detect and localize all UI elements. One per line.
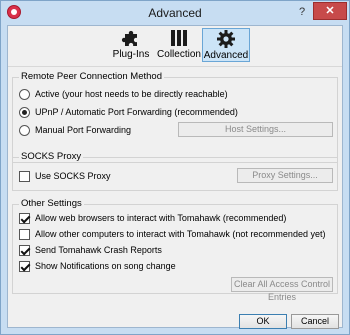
radio-manual-button[interactable]: [19, 124, 30, 136]
allow-web-browsers-row[interactable]: Allow web browsers to interact with Toma…: [19, 211, 286, 225]
puzzle-icon: [121, 30, 137, 46]
radio-upnp[interactable]: UPnP / Automatic Port Forwarding (recomm…: [19, 105, 238, 119]
radio-manual-label: Manual Port Forwarding: [35, 125, 132, 135]
socks-proxy-title: SOCKS Proxy: [19, 151, 84, 162]
library-icon: [171, 30, 187, 46]
proxy-settings-button[interactable]: Proxy Settings...: [237, 168, 333, 183]
tab-plugins-label: Plug-Ins: [112, 49, 150, 60]
radio-active-label: Active (your host needs to be directly r…: [35, 89, 228, 99]
allow-other-computers-row[interactable]: Allow other computers to interact with T…: [19, 227, 325, 241]
cancel-button[interactable]: Cancel: [291, 314, 339, 329]
send-crash-reports-label: Send Tomahawk Crash Reports: [35, 245, 162, 255]
show-notifications-label: Show Notifications on song change: [35, 261, 176, 271]
gear-icon: [217, 30, 235, 48]
remote-connection-title: Remote Peer Connection Method: [19, 71, 164, 82]
use-socks-label: Use SOCKS Proxy: [35, 171, 111, 181]
use-socks-checkbox[interactable]: [19, 170, 30, 182]
allow-other-computers-label: Allow other computers to interact with T…: [35, 229, 326, 239]
socks-proxy-group: SOCKS Proxy Use SOCKS Proxy Proxy Settin…: [12, 151, 338, 191]
help-button[interactable]: ?: [295, 5, 309, 19]
ok-button[interactable]: OK: [239, 314, 287, 329]
send-crash-reports-checkbox[interactable]: [19, 244, 30, 256]
clear-access-control-button[interactable]: Clear All Access Control Entries: [231, 277, 333, 302]
host-settings-button[interactable]: Host Settings...: [178, 122, 333, 137]
dialog-body: Plug-Ins Collection Advanced Remote Peer…: [7, 25, 343, 329]
send-crash-reports-row[interactable]: Send Tomahawk Crash Reports: [19, 243, 162, 257]
use-socks-checkbox-row[interactable]: Use SOCKS Proxy: [19, 169, 111, 183]
radio-active-button[interactable]: [19, 88, 30, 100]
other-settings-group: Other Settings Allow web browsers to int…: [12, 198, 338, 302]
show-notifications-checkbox[interactable]: [19, 260, 30, 272]
settings-window: Advanced ? ✕ Plug-Ins Collection Advance…: [0, 0, 350, 335]
allow-web-browsers-checkbox[interactable]: [19, 212, 30, 224]
radio-upnp-label: UPnP / Automatic Port Forwarding (recomm…: [35, 107, 238, 117]
show-notifications-row[interactable]: Show Notifications on song change: [19, 259, 176, 273]
tab-advanced[interactable]: Advanced: [202, 28, 250, 62]
toolbar-divider: [8, 66, 342, 67]
radio-upnp-button[interactable]: [19, 106, 30, 118]
radio-active[interactable]: Active (your host needs to be directly r…: [19, 87, 228, 101]
tab-advanced-label: Advanced: [203, 50, 249, 61]
other-settings-title: Other Settings: [19, 198, 84, 209]
tab-collection[interactable]: Collection: [156, 28, 202, 62]
radio-manual[interactable]: Manual Port Forwarding: [19, 123, 131, 137]
settings-toolbar: Plug-Ins Collection Advanced: [8, 26, 342, 66]
tab-collection-label: Collection: [157, 49, 201, 60]
tab-plugins[interactable]: Plug-Ins: [110, 28, 152, 62]
close-button[interactable]: ✕: [313, 2, 347, 20]
allow-web-browsers-label: Allow web browsers to interact with Toma…: [35, 213, 287, 223]
title-bar[interactable]: Advanced ? ✕: [1, 1, 349, 25]
allow-other-computers-checkbox[interactable]: [19, 228, 30, 240]
